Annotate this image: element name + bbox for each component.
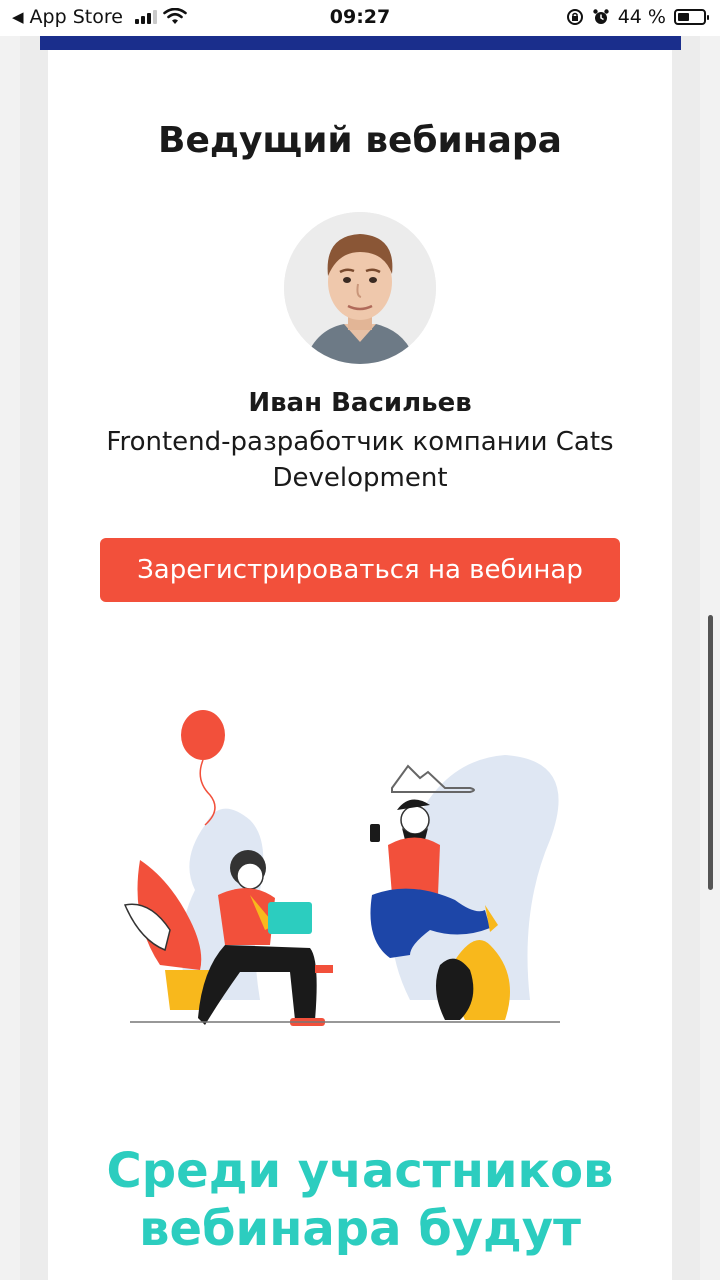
speaker-role: Frontend-разработчик компании Cats Devel… xyxy=(106,427,614,493)
participants-heading-line2: вебинара будут xyxy=(139,1201,581,1257)
page-gutter-right xyxy=(672,36,700,1280)
alarm-icon xyxy=(593,9,609,24)
participants-heading-line1: Среди участников xyxy=(106,1143,614,1199)
status-bar: ◀ App Store 09:27 44 % xyxy=(0,0,720,36)
battery-icon xyxy=(674,9,709,25)
section-title: Ведущий вебинара xyxy=(158,120,562,161)
orientation-lock-icon xyxy=(566,9,583,25)
participants-heading: Среди участников вебинара будут xyxy=(0,1142,720,1258)
webinar-illustration xyxy=(123,710,560,1026)
speaker-avatar xyxy=(284,212,436,364)
page-scrollbar[interactable] xyxy=(708,615,713,890)
speaker-name: Иван Васильев xyxy=(248,388,472,418)
register-webinar-button[interactable]: Зарегистрироваться на вебинар xyxy=(100,538,620,602)
status-bar-right: 44 % xyxy=(566,6,709,28)
speaker-photo xyxy=(284,212,436,364)
battery-percent: 44 % xyxy=(617,6,666,28)
page-gutter-left xyxy=(20,36,48,1280)
